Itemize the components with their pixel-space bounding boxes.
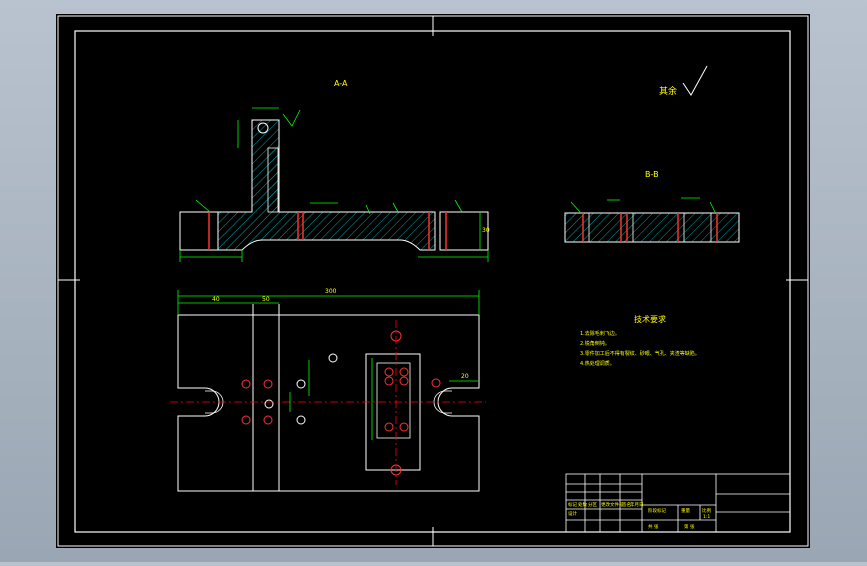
tb-scale-value: 1:1 bbox=[703, 514, 710, 520]
surface-finish-note: 其余 bbox=[659, 85, 677, 97]
tb-sheet-total: 共 张 bbox=[648, 523, 659, 530]
tb-sheet-number: 第 张 bbox=[684, 523, 695, 530]
tech-requirement-line: 2.锐角倒钝。 bbox=[580, 340, 610, 347]
slot-width-dimension: 20 bbox=[461, 373, 469, 380]
section-aa-label: A-A bbox=[334, 79, 348, 88]
left-offset-dimension: 40 bbox=[212, 296, 220, 303]
drawing-sheet bbox=[56, 14, 810, 548]
tech-requirement-line: 1.去除毛刺飞边。 bbox=[580, 330, 620, 337]
tb-label-change-doc: 更改文件号 bbox=[601, 501, 624, 508]
height-dimension: 30 bbox=[482, 227, 490, 234]
drawing-canvas: A-A B-B 其余 300 40 50 30 20 技术要求 1.去除毛刺飞边… bbox=[56, 14, 810, 548]
tb-label-zone: 分区 bbox=[588, 501, 597, 508]
tech-requirement-line: 3.零件加工后不得有裂纹、砂眼、气孔、夹渣等缺陷。 bbox=[580, 350, 700, 357]
overall-length-dimension: 300 bbox=[325, 288, 337, 295]
tb-label-stage: 阶段标记 bbox=[648, 507, 666, 514]
tb-label-mark: 标记 bbox=[568, 501, 577, 508]
tb-label-weight: 重量 bbox=[681, 507, 690, 514]
second-offset-dimension: 50 bbox=[262, 296, 270, 303]
section-bb-label: B-B bbox=[645, 170, 659, 179]
tech-requirements-title: 技术要求 bbox=[634, 314, 666, 324]
tb-label-design: 设计 bbox=[568, 510, 577, 517]
tb-label-count: 处数 bbox=[578, 501, 587, 508]
section-bb-view bbox=[564, 212, 740, 243]
tech-requirement-line: 4.热处理调质。 bbox=[580, 360, 615, 367]
tb-label-scale: 比例 bbox=[702, 507, 711, 514]
cad-window: A-A B-B 其余 300 40 50 30 20 技术要求 1.去除毛刺飞边… bbox=[0, 0, 867, 562]
tb-label-date: 年月日 bbox=[630, 501, 644, 508]
